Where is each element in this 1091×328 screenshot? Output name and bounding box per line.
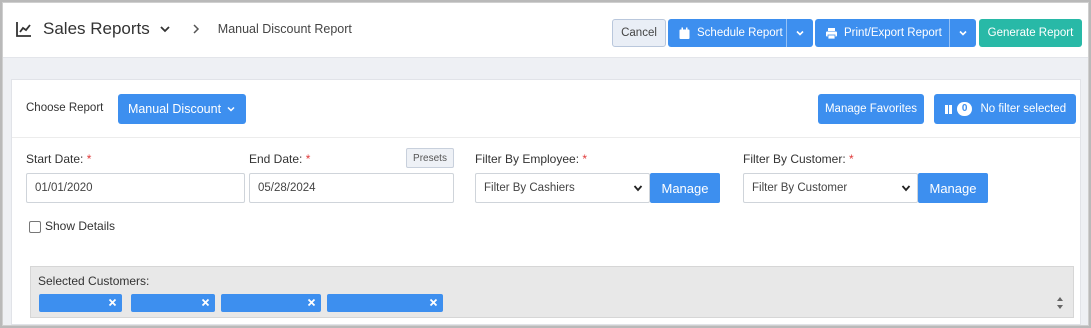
chart-line-icon (16, 22, 31, 37)
report-selector-row: Choose Report Manual Discount Manage Fav… (12, 80, 1080, 138)
end-date-label-text: End Date: (249, 152, 303, 166)
customer-tag (39, 294, 122, 312)
close-icon[interactable] (306, 297, 317, 308)
chevron-right-icon (193, 24, 199, 34)
manage-label: Manage (929, 180, 977, 196)
chevron-down-icon (633, 185, 643, 192)
schedule-report-button[interactable]: Schedule Report (668, 19, 813, 47)
manage-customers-button[interactable]: Manage (918, 173, 988, 203)
manage-label: Manage (661, 180, 709, 196)
chevron-down-icon (901, 185, 911, 192)
schedule-report-label: Schedule Report (697, 27, 783, 39)
chevron-down-icon (796, 30, 804, 36)
manage-employees-button[interactable]: Manage (650, 173, 720, 203)
title-group: Sales Reports Manual Discount Report (15, 19, 352, 39)
generate-report-button[interactable]: Generate Report (979, 19, 1082, 47)
choose-report-label: Choose Report (26, 102, 104, 114)
presets-button[interactable]: Presets (406, 148, 454, 168)
customer-tag (327, 294, 443, 312)
close-icon[interactable] (428, 297, 439, 308)
manage-favorites-label: Manage Favorites (824, 103, 918, 115)
required-mark: * (582, 152, 588, 166)
employee-filter-label: Filter By Employee: * (475, 152, 587, 166)
start-date-label: Start Date: * (26, 152, 91, 166)
report-type-dropdown[interactable]: Manual Discount (118, 94, 246, 124)
required-mark: * (86, 152, 92, 166)
end-date-input[interactable]: 05/28/2024 (249, 173, 454, 203)
report-type-label: Manual Discount (127, 102, 222, 116)
show-details-label[interactable]: Show Details (45, 219, 115, 233)
start-date-value: 01/01/2020 (35, 182, 93, 194)
print-dropdown-toggle[interactable] (949, 19, 976, 47)
schedule-dropdown-toggle[interactable] (786, 19, 813, 47)
cancel-button-label: Cancel (621, 27, 657, 39)
calendar-icon (679, 27, 690, 39)
customer-select-value: Filter By Customer (752, 182, 848, 194)
employee-select[interactable]: Filter By Cashiers (475, 173, 650, 203)
breadcrumb: Manual Discount Report (217, 22, 352, 36)
selected-customers-panel: Selected Customers: (30, 266, 1074, 318)
chevron-down-icon (959, 30, 967, 36)
filter-icon (944, 104, 952, 114)
print-icon (826, 27, 837, 39)
chevron-down-icon[interactable] (158, 22, 172, 36)
cancel-button[interactable]: Cancel (612, 19, 666, 47)
end-date-label: End Date: * (249, 152, 310, 166)
manage-favorites-button[interactable]: Manage Favorites (818, 94, 924, 124)
start-date-input[interactable]: 01/01/2020 (26, 173, 245, 203)
spinner-arrows-icon[interactable] (1055, 294, 1065, 312)
print-export-label: Print/Export Report (844, 27, 942, 39)
report-card: Choose Report Manual Discount Manage Fav… (11, 79, 1081, 325)
presets-label: Presets (413, 152, 447, 164)
required-mark: * (849, 152, 854, 166)
show-details-checkbox[interactable] (29, 221, 41, 233)
selected-customers-title: Selected Customers: (38, 274, 150, 288)
app-title[interactable]: Sales Reports (43, 19, 150, 39)
start-date-label-text: Start Date: (26, 152, 84, 166)
filter-summary-button[interactable]: 0 No filter selected (934, 94, 1076, 124)
customer-filter-label-text: Filter By Customer: (743, 152, 846, 166)
required-mark: * (305, 152, 311, 166)
top-bar: Sales Reports Manual Discount Report Can… (3, 3, 1088, 58)
chevron-down-icon (227, 106, 235, 112)
customer-tag (131, 294, 215, 312)
close-icon[interactable] (107, 297, 118, 308)
filter-summary-label: No filter selected (980, 103, 1067, 115)
report-window: Sales Reports Manual Discount Report Can… (2, 2, 1089, 326)
employee-select-value: Filter By Cashiers (484, 182, 575, 194)
customer-filter-label: Filter By Customer: * (743, 152, 854, 166)
close-icon[interactable] (200, 297, 211, 308)
generate-report-label: Generate Report (987, 27, 1074, 39)
filter-count-badge: 0 (956, 102, 973, 116)
end-date-value: 05/28/2024 (258, 182, 316, 194)
print-export-button[interactable]: Print/Export Report (815, 19, 976, 47)
customer-tag (221, 294, 321, 312)
customer-select[interactable]: Filter By Customer (743, 173, 918, 203)
employee-filter-label-text: Filter By Employee: (475, 152, 580, 166)
